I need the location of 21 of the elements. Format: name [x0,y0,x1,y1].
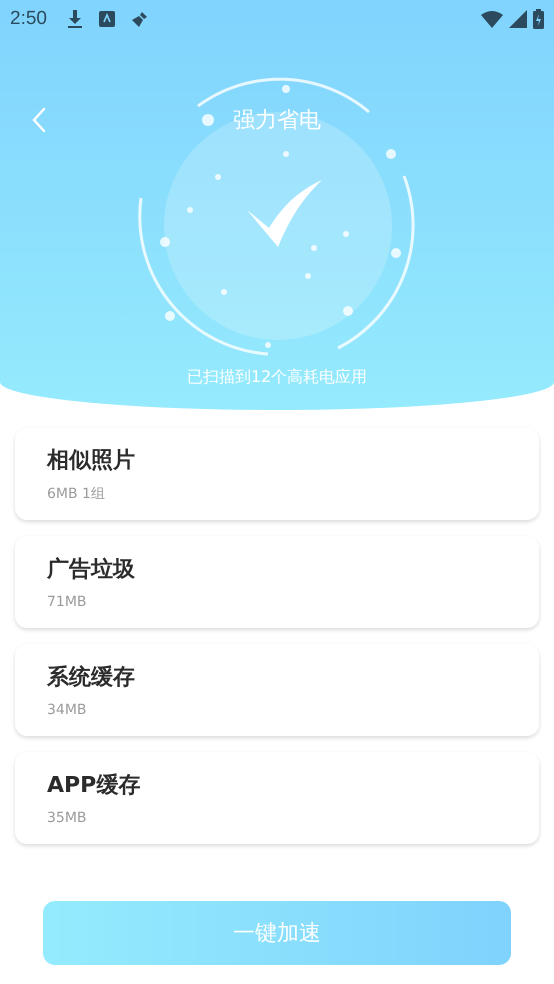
category-size: 6MB 1组 [47,485,106,503]
wifi-icon [481,10,503,28]
category-size: 34MB [47,702,88,718]
keyboard-icon [98,11,115,27]
category-title: 系统缓存 [47,664,136,692]
back-icon[interactable] [32,107,46,133]
page-title: 强力省电 [233,107,321,135]
category-title: APP缓存 [47,772,142,800]
battery-icon [533,9,544,29]
download-icon [66,9,83,29]
category-card[interactable]: 相似照片 6MB 1组 [15,428,539,520]
status-time: 2:50 [10,8,47,30]
signal-icon [509,10,527,28]
category-title: 广告垃圾 [47,556,136,584]
category-card[interactable]: APP缓存 35MB [15,752,539,844]
category-size: 35MB [47,810,88,826]
category-title: 相似照片 [47,447,136,475]
category-size: 71MB [47,594,88,610]
category-card[interactable]: 系统缓存 34MB [15,644,539,736]
category-card[interactable]: 广告垃圾 71MB [15,536,539,628]
scan-summary: 已扫描到12个高耗电应用 [186,367,368,388]
